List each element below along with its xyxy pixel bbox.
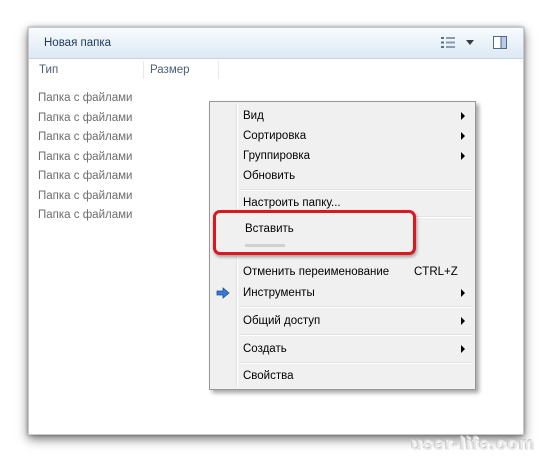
menu-item-refresh[interactable]: Обновить: [243, 166, 469, 186]
menu-item-ghost: [245, 244, 285, 247]
list-item[interactable]: Папка с файлами: [38, 128, 132, 148]
submenu-arrow-icon: [461, 112, 465, 120]
toolbar: Новая папка: [29, 28, 523, 59]
list-item[interactable]: Папка с файлами: [38, 148, 132, 168]
menu-item-undo-rename[interactable]: Отменить переименование CTRL+Z: [243, 262, 469, 282]
list-item[interactable]: Папка с файлами: [38, 206, 132, 226]
chevron-down-icon[interactable]: [466, 40, 474, 45]
column-header: Тип Размер: [29, 59, 523, 81]
column-divider[interactable]: [218, 61, 219, 79]
list-item[interactable]: Папка с файлами: [38, 109, 132, 129]
menu-item-share[interactable]: Общий доступ: [243, 311, 469, 331]
menu-item-label: Группировка: [243, 150, 311, 162]
menu-separator: [240, 362, 472, 364]
highlighted-menu-item-paste[interactable]: Вставить: [213, 210, 416, 255]
submenu-arrow-icon: [461, 345, 465, 353]
preview-pane-icon[interactable]: [493, 36, 507, 49]
menu-shortcut: CTRL+Z: [414, 266, 458, 278]
arrow-right-icon: [216, 286, 230, 300]
folder-title: Новая папка: [44, 37, 112, 49]
menu-item-properties[interactable]: Свойства: [243, 366, 469, 386]
column-divider[interactable]: [143, 61, 144, 79]
menu-separator: [240, 189, 472, 191]
file-list: Папка с файлами Папка с файлами Папка с …: [38, 89, 132, 226]
submenu-arrow-icon: [461, 317, 465, 325]
menu-item-label: Общий доступ: [243, 315, 321, 327]
menu-item-group[interactable]: Группировка: [243, 146, 469, 166]
list-item[interactable]: Папка с файлами: [38, 167, 132, 187]
menu-item-label: Вид: [243, 110, 264, 122]
menu-item-create[interactable]: Создать: [243, 339, 469, 359]
watermark: user-life.com: [410, 434, 536, 454]
menu-item-label: Настроить папку...: [243, 197, 341, 209]
menu-item-view[interactable]: Вид: [243, 106, 469, 126]
column-size[interactable]: Размер: [150, 64, 190, 76]
menu-item-label: Создать: [243, 343, 287, 355]
submenu-arrow-icon: [461, 152, 465, 160]
menu-separator: [240, 306, 472, 308]
list-item[interactable]: Папка с файлами: [38, 187, 132, 207]
menu-item-sort[interactable]: Сортировка: [243, 126, 469, 146]
column-type[interactable]: Тип: [39, 64, 58, 76]
submenu-arrow-icon: [461, 132, 465, 140]
menu-item-label: Вставить: [245, 223, 294, 235]
menu-item-label: Сортировка: [243, 130, 307, 142]
menu-separator: [240, 334, 472, 336]
menu-item-label: Свойства: [243, 370, 294, 382]
list-item[interactable]: Папка с файлами: [38, 89, 132, 109]
menu-item-label: Обновить: [243, 170, 296, 182]
menu-item-label: Отменить переименование: [243, 266, 390, 278]
submenu-arrow-icon: [461, 289, 465, 297]
menu-item-tools[interactable]: Инструменты: [243, 283, 469, 303]
view-list-icon[interactable]: [441, 36, 455, 49]
menu-item-label: Инструменты: [243, 287, 315, 299]
